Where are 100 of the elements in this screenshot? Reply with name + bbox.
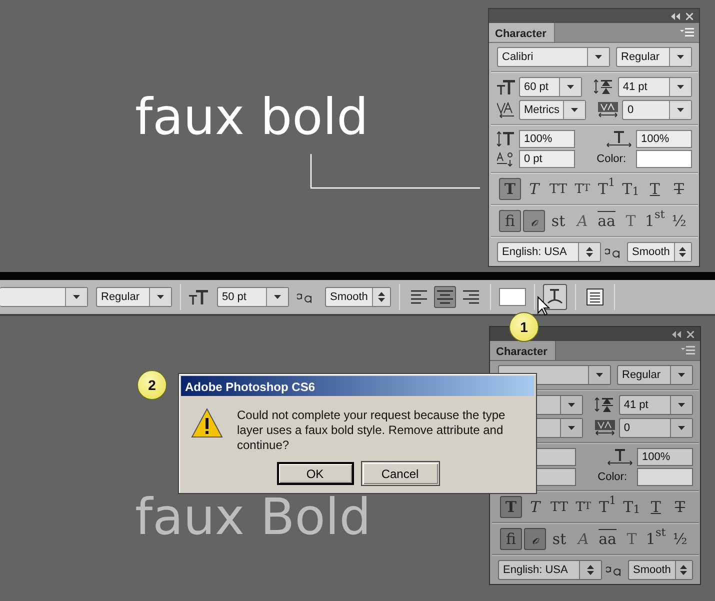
type-style-button[interactable]: TT: [547, 178, 570, 200]
caret-icon: [677, 108, 684, 112]
type-style-button[interactable]: TT: [572, 496, 594, 518]
horizontal-scale-icon: [606, 131, 632, 147]
caret-icon: [677, 55, 684, 59]
antialias-dropdown[interactable]: Smooth: [628, 560, 693, 580]
spinner-icon: [378, 292, 385, 302]
type-style-button[interactable]: T$_{1}$: [620, 178, 642, 200]
type-style-button[interactable]: ½: [668, 210, 690, 232]
leading-dropdown[interactable]: 41 pt: [618, 77, 692, 97]
tracking-icon: [594, 420, 615, 436]
type-style-button[interactable]: T: [644, 496, 667, 518]
caret-icon: [73, 295, 80, 299]
font-size-dropdown[interactable]: 60 pt: [519, 77, 582, 97]
type-style-button[interactable]: ½: [668, 528, 691, 550]
canvas-text: faux Bold: [135, 492, 371, 542]
font-style-dropdown[interactable]: Regular: [616, 47, 692, 67]
horizontal-scale-field[interactable]: 100%: [636, 130, 692, 148]
type-style-button[interactable]: T: [668, 496, 691, 518]
baseline-shift-icon: [497, 151, 515, 167]
caret-icon: [596, 373, 603, 377]
type-style-button[interactable]: T$^{1}$: [596, 496, 619, 518]
spinner-icon: [587, 565, 594, 575]
caret-icon: [678, 403, 685, 407]
vertical-scale-icon: [497, 131, 515, 147]
menu-icon[interactable]: [680, 28, 694, 37]
language-dropdown[interactable]: English: USA: [498, 560, 602, 580]
dialog-button[interactable]: OK: [276, 462, 354, 485]
vertical-scale-field[interactable]: 100%: [519, 130, 575, 148]
panel-tab[interactable]: Character: [490, 341, 556, 360]
canvas-text: faux bold: [135, 92, 368, 142]
close-icon[interactable]: [686, 12, 693, 20]
color-swatch[interactable]: [499, 288, 526, 306]
dialog-button[interactable]: Cancel: [362, 462, 438, 485]
spinner-icon: [679, 247, 686, 257]
color-swatch[interactable]: [636, 150, 692, 168]
type-style-button[interactable]: TT: [548, 496, 570, 518]
font-size-icon: [189, 289, 209, 305]
warning-icon: [191, 408, 223, 438]
leading-icon: [594, 397, 615, 413]
kerning-dropdown[interactable]: Metrics: [519, 100, 586, 120]
menu-icon[interactable]: [681, 346, 695, 355]
collapse-icon[interactable]: [671, 12, 680, 20]
tracking-icon: [598, 102, 618, 118]
horizontal-scale-field[interactable]: 100%: [637, 448, 693, 466]
spinner-icon: [680, 565, 688, 575]
caret-icon: [677, 85, 684, 89]
panel-tab[interactable]: Character: [489, 23, 556, 42]
baseline-shift-field[interactable]: 0 pt: [519, 150, 575, 168]
color-label: Color:: [598, 470, 627, 485]
type-style-button[interactable]: T$_{1}$: [620, 496, 643, 518]
tracking-dropdown[interactable]: 0: [622, 100, 692, 120]
color-label: Color:: [596, 152, 626, 167]
font-style-dropdown[interactable]: Regular: [617, 365, 693, 385]
type-style-button[interactable]: T: [523, 178, 546, 200]
tracking-dropdown[interactable]: 0: [618, 418, 693, 438]
pointer-icon: [537, 296, 550, 316]
type-style-button[interactable]: aa: [596, 210, 618, 232]
horizontal-scale-icon: [607, 449, 633, 465]
type-style-button[interactable]: 1$^{st}$: [644, 210, 666, 232]
type-style-button[interactable]: st: [548, 528, 570, 550]
caret-icon: [571, 108, 578, 112]
collapse-icon[interactable]: [672, 330, 681, 338]
close-icon[interactable]: [687, 330, 694, 338]
align-center-button[interactable]: [434, 286, 456, 308]
leading-dropdown[interactable]: 41 pt: [618, 395, 693, 415]
type-style-button[interactable]: fi: [499, 210, 521, 232]
type-style-button[interactable]: aa: [596, 528, 619, 550]
type-style-button[interactable]: T: [644, 178, 666, 200]
font-family-dropdown[interactable]: [0, 287, 88, 307]
panels-button[interactable]: [584, 286, 606, 308]
caret-icon: [595, 55, 602, 59]
color-swatch[interactable]: [637, 468, 693, 486]
font-size-icon: [497, 79, 515, 95]
caret-icon: [274, 295, 281, 299]
dialog-message: Could not complete your request because the type layer uses a faux bold style. Remove attribute and continue?: [237, 408, 506, 453]
caret-icon: [568, 426, 575, 430]
type-style-button[interactable]: TT: [571, 178, 594, 200]
leading-icon: [594, 79, 614, 95]
font-size-dropdown[interactable]: 50 pt: [217, 287, 289, 307]
kerning-icon: [497, 102, 515, 118]
type-style-button[interactable]: T$^{1}$: [596, 178, 618, 200]
type-style-button[interactable]: T: [668, 178, 690, 200]
type-style-button[interactable]: ℴ: [523, 210, 546, 232]
caret-icon: [678, 426, 685, 430]
language-dropdown[interactable]: English: USA: [497, 242, 601, 262]
type-style-button[interactable]: T: [499, 178, 521, 200]
font-style-dropdown[interactable]: Regular: [96, 287, 172, 307]
caret-icon: [157, 295, 164, 299]
type-style-button[interactable]: T: [524, 496, 546, 518]
spinner-icon: [586, 247, 593, 257]
type-style-button[interactable]: 1$^{st}$: [644, 528, 667, 550]
warp-text-button[interactable]: [543, 284, 567, 310]
antialias-dropdown[interactable]: Smooth: [325, 287, 391, 307]
caret-icon: [566, 85, 574, 89]
font-family-dropdown[interactable]: Calibri: [497, 47, 610, 67]
type-style-button[interactable]: st: [547, 210, 570, 232]
dialog-title: Adobe Photoshop CS6: [181, 376, 534, 396]
caret-icon: [678, 373, 685, 377]
antialias-dropdown[interactable]: Smooth: [627, 242, 692, 262]
